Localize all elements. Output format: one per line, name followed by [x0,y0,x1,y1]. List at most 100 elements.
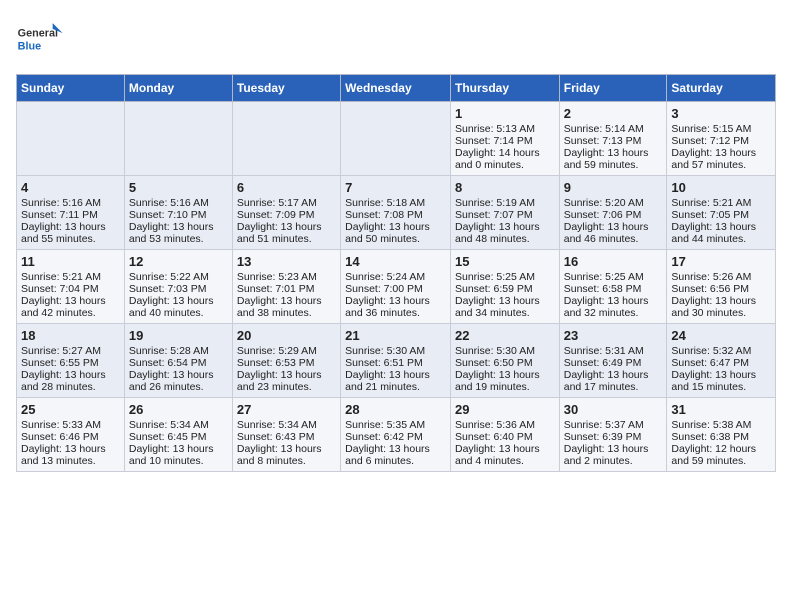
calendar-cell: 1Sunrise: 5:13 AMSunset: 7:14 PMDaylight… [450,102,559,176]
cell-text: Sunrise: 5:34 AM [129,419,228,431]
cell-text: Sunset: 6:42 PM [345,431,446,443]
calendar-cell: 12Sunrise: 5:22 AMSunset: 7:03 PMDayligh… [124,250,232,324]
cell-text: Sunset: 6:58 PM [564,283,663,295]
calendar-cell: 19Sunrise: 5:28 AMSunset: 6:54 PMDayligh… [124,324,232,398]
cell-text: Daylight: 12 hours [671,443,771,455]
day-number: 8 [455,180,555,195]
calendar-body: 1Sunrise: 5:13 AMSunset: 7:14 PMDaylight… [17,102,776,472]
logo-svg: General Blue [16,16,66,66]
cell-text: Sunset: 7:05 PM [671,209,771,221]
day-number: 29 [455,402,555,417]
week-row-1: 1Sunrise: 5:13 AMSunset: 7:14 PMDaylight… [17,102,776,176]
calendar-cell: 7Sunrise: 5:18 AMSunset: 7:08 PMDaylight… [341,176,451,250]
cell-text: and 59 minutes. [564,159,663,171]
day-number: 14 [345,254,446,269]
day-number: 5 [129,180,228,195]
cell-text: Sunset: 7:03 PM [129,283,228,295]
cell-text: and 8 minutes. [237,455,336,467]
cell-text: Sunset: 6:39 PM [564,431,663,443]
day-number: 24 [671,328,771,343]
cell-text: Sunset: 6:59 PM [455,283,555,295]
cell-text: Sunrise: 5:18 AM [345,197,446,209]
calendar-cell: 18Sunrise: 5:27 AMSunset: 6:55 PMDayligh… [17,324,125,398]
cell-text: Sunset: 6:49 PM [564,357,663,369]
cell-text: and 6 minutes. [345,455,446,467]
cell-text: Sunrise: 5:24 AM [345,271,446,283]
cell-text: Daylight: 13 hours [671,221,771,233]
calendar-cell: 28Sunrise: 5:35 AMSunset: 6:42 PMDayligh… [341,398,451,472]
logo: General Blue [16,16,66,66]
cell-text: Sunset: 6:50 PM [455,357,555,369]
cell-text: and 36 minutes. [345,307,446,319]
cell-text: Sunset: 6:54 PM [129,357,228,369]
cell-text: Sunrise: 5:27 AM [21,345,120,357]
calendar-cell: 31Sunrise: 5:38 AMSunset: 6:38 PMDayligh… [667,398,776,472]
cell-text: Daylight: 13 hours [564,221,663,233]
cell-text: Daylight: 13 hours [455,221,555,233]
cell-text: Sunrise: 5:35 AM [345,419,446,431]
day-number: 16 [564,254,663,269]
cell-text: Sunrise: 5:34 AM [237,419,336,431]
cell-text: Daylight: 13 hours [21,295,120,307]
cell-text: and 30 minutes. [671,307,771,319]
cell-text: and 34 minutes. [455,307,555,319]
cell-text: Sunrise: 5:32 AM [671,345,771,357]
calendar-cell: 13Sunrise: 5:23 AMSunset: 7:01 PMDayligh… [232,250,340,324]
cell-text: Daylight: 13 hours [21,221,120,233]
cell-text: Daylight: 13 hours [345,221,446,233]
svg-text:Blue: Blue [18,41,41,53]
cell-text: Sunset: 6:55 PM [21,357,120,369]
header-thursday: Thursday [450,75,559,102]
day-number: 20 [237,328,336,343]
calendar-cell: 27Sunrise: 5:34 AMSunset: 6:43 PMDayligh… [232,398,340,472]
page-header: General Blue [16,16,776,66]
cell-text: Sunrise: 5:25 AM [564,271,663,283]
cell-text: Daylight: 13 hours [345,443,446,455]
cell-text: and 38 minutes. [237,307,336,319]
day-number: 6 [237,180,336,195]
cell-text: Sunset: 6:43 PM [237,431,336,443]
cell-text: Sunset: 7:11 PM [21,209,120,221]
cell-text: Sunset: 6:38 PM [671,431,771,443]
cell-text: Sunrise: 5:21 AM [671,197,771,209]
cell-text: Daylight: 13 hours [455,443,555,455]
cell-text: Sunset: 6:46 PM [21,431,120,443]
cell-text: and 42 minutes. [21,307,120,319]
calendar-table: SundayMondayTuesdayWednesdayThursdayFrid… [16,74,776,472]
cell-text: and 28 minutes. [21,381,120,393]
cell-text: and 53 minutes. [129,233,228,245]
calendar-cell [341,102,451,176]
cell-text: Sunset: 7:00 PM [345,283,446,295]
cell-text: and 57 minutes. [671,159,771,171]
cell-text: Sunrise: 5:37 AM [564,419,663,431]
cell-text: and 32 minutes. [564,307,663,319]
day-number: 18 [21,328,120,343]
day-number: 7 [345,180,446,195]
day-number: 13 [237,254,336,269]
cell-text: Sunrise: 5:20 AM [564,197,663,209]
day-number: 23 [564,328,663,343]
cell-text: Daylight: 13 hours [237,295,336,307]
day-number: 9 [564,180,663,195]
calendar-cell: 17Sunrise: 5:26 AMSunset: 6:56 PMDayligh… [667,250,776,324]
cell-text: and 26 minutes. [129,381,228,393]
day-number: 22 [455,328,555,343]
cell-text: and 13 minutes. [21,455,120,467]
cell-text: Daylight: 14 hours [455,147,555,159]
header-saturday: Saturday [667,75,776,102]
cell-text: and 2 minutes. [564,455,663,467]
cell-text: Sunrise: 5:14 AM [564,123,663,135]
cell-text: Sunrise: 5:38 AM [671,419,771,431]
cell-text: and 4 minutes. [455,455,555,467]
calendar-cell: 26Sunrise: 5:34 AMSunset: 6:45 PMDayligh… [124,398,232,472]
svg-text:General: General [18,27,58,39]
calendar-cell: 24Sunrise: 5:32 AMSunset: 6:47 PMDayligh… [667,324,776,398]
cell-text: and 50 minutes. [345,233,446,245]
week-row-4: 18Sunrise: 5:27 AMSunset: 6:55 PMDayligh… [17,324,776,398]
cell-text: and 40 minutes. [129,307,228,319]
calendar-cell: 11Sunrise: 5:21 AMSunset: 7:04 PMDayligh… [17,250,125,324]
cell-text: Sunrise: 5:13 AM [455,123,555,135]
cell-text: Sunrise: 5:21 AM [21,271,120,283]
day-number: 17 [671,254,771,269]
cell-text: Sunset: 6:40 PM [455,431,555,443]
